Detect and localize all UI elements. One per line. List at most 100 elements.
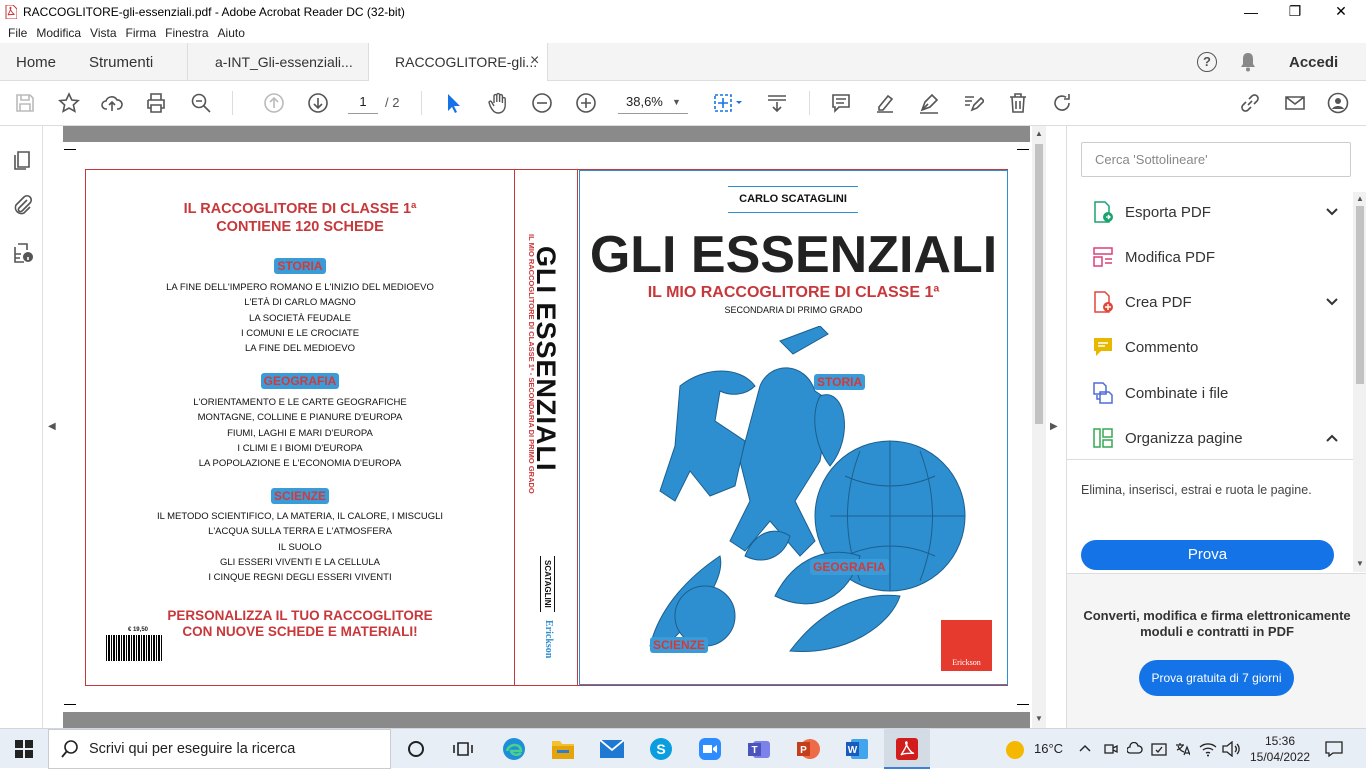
sign-in-button[interactable]: Accedi <box>1289 43 1338 81</box>
chevron-down-icon[interactable] <box>1325 294 1339 310</box>
notification-center-icon[interactable] <box>1325 741 1343 760</box>
close-window-button[interactable]: ✕ <box>1318 0 1364 23</box>
menu-window[interactable]: Finestra <box>165 26 208 40</box>
cortana-icon[interactable] <box>400 733 432 765</box>
promo-text: Converti, modifica e firma elettronicame… <box>1083 608 1351 639</box>
free-trial-button[interactable]: Prova gratuita di 7 giorni <box>1139 660 1294 696</box>
weather-sun-icon[interactable] <box>1004 739 1026 764</box>
page-number-input[interactable]: 1 <box>348 92 378 114</box>
section-label: SCIENZE <box>270 488 329 504</box>
share-user-icon[interactable] <box>1326 91 1350 115</box>
tab-document-1[interactable]: a-INT_Gli-essenziali... <box>188 43 368 81</box>
help-icon[interactable]: ? <box>1197 52 1217 72</box>
chevron-down-icon[interactable] <box>1325 204 1339 220</box>
rotate-icon[interactable] <box>1050 91 1074 115</box>
print-icon[interactable] <box>144 91 168 115</box>
highlight-pen-icon[interactable] <box>873 91 897 115</box>
tab-close-icon[interactable]: × <box>530 52 539 70</box>
mail-icon[interactable] <box>596 733 628 765</box>
fit-page-icon[interactable] <box>711 91 745 115</box>
menu-view[interactable]: Vista <box>90 26 116 40</box>
share-link-icon[interactable] <box>1238 91 1262 115</box>
tool-combine-files[interactable]: Combinate i file <box>1067 371 1353 415</box>
powerpoint-icon[interactable]: P <box>792 733 824 765</box>
notification-bell-icon[interactable] <box>1239 52 1257 75</box>
bookmark-star-icon[interactable] <box>57 91 81 115</box>
scrollbar-thumb[interactable] <box>1035 144 1043 424</box>
scroll-up-icon[interactable]: ▲ <box>1035 129 1043 138</box>
tool-edit-pdf[interactable]: Modifica PDF <box>1067 235 1353 279</box>
edge-browser-icon[interactable] <box>498 733 530 765</box>
scroll-mode-icon[interactable] <box>765 91 789 115</box>
wifi-icon[interactable] <box>1199 741 1217 760</box>
toolbar-divider <box>232 91 233 115</box>
svg-text:P: P <box>800 745 807 756</box>
teams-icon[interactable]: T <box>743 733 775 765</box>
tools-search-input[interactable]: Cerca 'Sottolineare' <box>1081 142 1351 177</box>
tab-tools[interactable]: Strumenti <box>89 43 153 81</box>
tab-document-2-active[interactable]: RACCOGLITORE-gli... × <box>368 43 548 82</box>
document-viewer[interactable]: ◀ ▶ ▲ ▼ IL RACCOGLITORE DI CLASSE 1ª CON… <box>43 126 1065 728</box>
next-page-icon[interactable] <box>306 91 330 115</box>
file-explorer-icon[interactable] <box>547 733 579 765</box>
try-button[interactable]: Prova <box>1081 540 1334 570</box>
acrobat-taskbar-active[interactable] <box>884 729 930 769</box>
menu-help[interactable]: Aiuto <box>218 26 245 40</box>
zoom-level-select[interactable]: 38,6% ▼ <box>618 92 688 114</box>
book-cover-page: IL RACCOGLITORE DI CLASSE 1ª CONTIENE 12… <box>85 169 1008 686</box>
panel-scrollbar[interactable]: ▲ ▼ <box>1353 192 1366 572</box>
zoom-in-icon[interactable] <box>574 91 598 115</box>
input-method-icon[interactable] <box>1174 741 1191 760</box>
delete-trash-icon[interactable] <box>1006 91 1030 115</box>
section-storia: STORIA <box>86 258 514 274</box>
front-author: CARLO SCATAGLINI <box>728 186 858 213</box>
zoom-out-icon[interactable] <box>530 91 554 115</box>
pages-thumbnail-icon[interactable] <box>12 149 34 174</box>
onedrive-cloud-icon[interactable] <box>1126 741 1143 759</box>
menu-file[interactable]: File <box>8 26 27 40</box>
draw-pen-icon[interactable] <box>917 91 941 115</box>
upload-cloud-icon[interactable] <box>100 91 124 115</box>
document-scrollbar[interactable]: ▲ ▼ <box>1032 126 1046 728</box>
taskbar-clock[interactable]: 15:36 15/04/2022 <box>1250 733 1310 765</box>
security-icon[interactable] <box>1151 741 1167 760</box>
sign-icon[interactable] <box>961 91 985 115</box>
word-icon[interactable]: W <box>841 733 873 765</box>
windows-start-icon[interactable] <box>8 733 40 765</box>
save-icon[interactable] <box>13 91 37 115</box>
tool-organize-pages[interactable]: Organizza pagine <box>1067 416 1353 460</box>
meet-now-icon[interactable] <box>1104 742 1118 759</box>
chevron-up-icon[interactable] <box>1078 741 1092 758</box>
attachment-paperclip-icon[interactable] <box>12 194 34 219</box>
scrollbar-thumb[interactable] <box>1356 206 1364 384</box>
tool-export-pdf[interactable]: Esporta PDF <box>1067 190 1353 234</box>
menu-sign[interactable]: Firma <box>126 26 157 40</box>
select-cursor-icon[interactable] <box>441 91 465 115</box>
tab-home[interactable]: Home <box>16 43 56 81</box>
scroll-down-icon[interactable]: ▼ <box>1035 714 1043 723</box>
tool-create-pdf[interactable]: Crea PDF <box>1067 280 1353 324</box>
next-arrow-icon[interactable]: ▶ <box>1050 421 1058 432</box>
email-icon[interactable] <box>1283 91 1307 115</box>
menu-edit[interactable]: Modifica <box>36 26 81 40</box>
minimize-button[interactable]: — <box>1228 0 1274 23</box>
zoom-search-icon[interactable] <box>189 91 213 115</box>
document-info-icon[interactable] <box>12 242 34 267</box>
volume-speaker-icon[interactable] <box>1222 740 1240 760</box>
task-view-icon[interactable] <box>447 733 479 765</box>
skype-icon[interactable]: S <box>645 733 677 765</box>
zoom-app-icon[interactable] <box>694 733 726 765</box>
chevron-up-icon[interactable] <box>1325 430 1339 446</box>
comment-icon[interactable] <box>829 91 853 115</box>
previous-page-icon[interactable] <box>262 91 286 115</box>
scroll-down-icon[interactable]: ▼ <box>1356 559 1364 568</box>
tool-comment[interactable]: Commento <box>1067 325 1353 369</box>
scroll-up-icon[interactable]: ▲ <box>1356 194 1364 203</box>
taskbar-search-box[interactable]: Scrivi qui per eseguire la ricerca <box>48 729 391 769</box>
restore-button[interactable]: ❐ <box>1272 0 1318 23</box>
prev-arrow-icon[interactable]: ◀ <box>48 421 56 432</box>
tool-label: Organizza pagine <box>1125 429 1243 447</box>
tool-label: Esporta PDF <box>1125 203 1211 221</box>
weather-temperature[interactable]: 16°C <box>1034 741 1063 756</box>
hand-tool-icon[interactable] <box>486 91 510 115</box>
